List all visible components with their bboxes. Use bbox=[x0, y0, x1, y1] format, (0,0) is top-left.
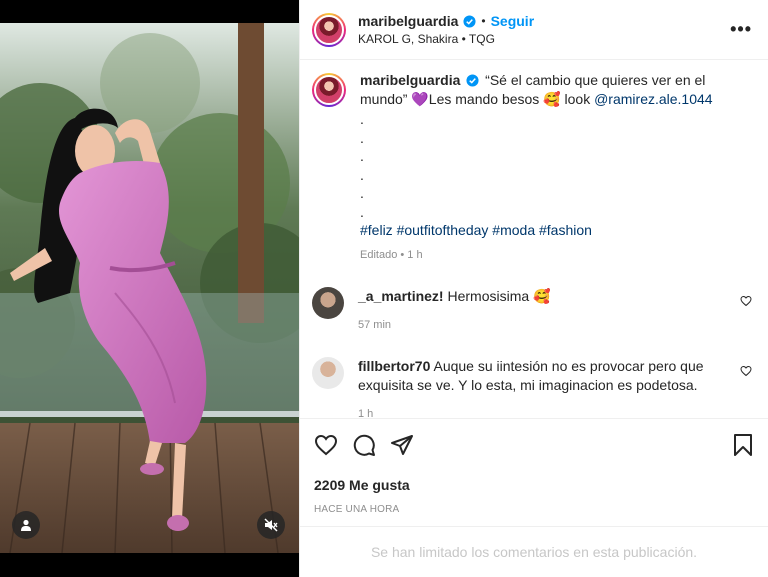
heart-icon[interactable] bbox=[740, 365, 752, 377]
caption-hashtags[interactable]: #feliz #outfitoftheday #moda #fashion bbox=[360, 221, 752, 240]
follow-button[interactable]: Seguir bbox=[491, 13, 535, 29]
verified-badge-icon bbox=[466, 74, 479, 87]
commenter-avatar[interactable] bbox=[312, 287, 344, 319]
caption-dots: . . . . . . bbox=[360, 111, 364, 220]
caption-avatar[interactable] bbox=[312, 73, 346, 107]
verified-badge-icon bbox=[463, 14, 476, 28]
caption-meta: Editado • 1 h bbox=[360, 249, 423, 261]
audio-subtitle[interactable]: KAROL G, Shakira • TQG bbox=[358, 32, 730, 46]
post-media[interactable] bbox=[0, 0, 299, 577]
comment-username[interactable]: fillbertor70 bbox=[358, 358, 430, 374]
mute-toggle-button[interactable] bbox=[257, 511, 285, 539]
author-username[interactable]: maribelguardia bbox=[358, 13, 458, 29]
comment-button[interactable] bbox=[352, 433, 376, 457]
heart-icon[interactable] bbox=[740, 295, 752, 307]
bookmark-button[interactable] bbox=[732, 433, 754, 457]
separator-dot: • bbox=[481, 14, 486, 28]
muted-audio-icon bbox=[264, 518, 278, 532]
comment-row: fillbertor70 Auque su iintesión no es pr… bbox=[312, 357, 752, 424]
post-timestamp: HACE UNA HORA bbox=[314, 504, 400, 515]
post-details-panel: maribelguardia • Seguir KAROL G, Shakira… bbox=[299, 0, 768, 577]
commenter-avatar[interactable] bbox=[312, 357, 344, 389]
caption-username[interactable]: maribelguardia bbox=[360, 72, 460, 88]
like-button[interactable] bbox=[314, 433, 338, 457]
comment-username[interactable]: _a_martinez! bbox=[358, 288, 444, 304]
tag-user-button[interactable] bbox=[12, 511, 40, 539]
post-header: maribelguardia • Seguir KAROL G, Shakira… bbox=[300, 0, 768, 60]
comment-row: _a_martinez! Hermosisima 🥰 57 min bbox=[312, 287, 752, 335]
likes-number: 2209 bbox=[314, 477, 346, 493]
share-button[interactable] bbox=[390, 433, 414, 457]
comments-limited-notice: Se han limitado los comentarios en esta … bbox=[300, 526, 768, 577]
post-actions: 2209 Me gusta HACE UNA HORA bbox=[300, 418, 768, 515]
caption-row: maribelguardia “Sé el cambio que quieres… bbox=[312, 72, 752, 265]
author-avatar[interactable] bbox=[312, 12, 346, 47]
comment-text: Hermosisima 🥰 bbox=[443, 288, 551, 304]
likes-count[interactable]: 2209 Me gusta bbox=[314, 477, 754, 493]
user-tag-icon bbox=[21, 519, 31, 531]
more-options-icon[interactable]: ••• bbox=[730, 19, 752, 40]
caption-mention[interactable]: @ramirez.ale.1044 bbox=[594, 91, 713, 107]
post-photo bbox=[0, 23, 299, 553]
likes-label: Me gusta bbox=[349, 477, 410, 493]
comments-area: maribelguardia “Sé el cambio que quieres… bbox=[300, 61, 768, 427]
video-frame[interactable] bbox=[0, 23, 299, 553]
comment-time: 57 min bbox=[358, 319, 392, 331]
